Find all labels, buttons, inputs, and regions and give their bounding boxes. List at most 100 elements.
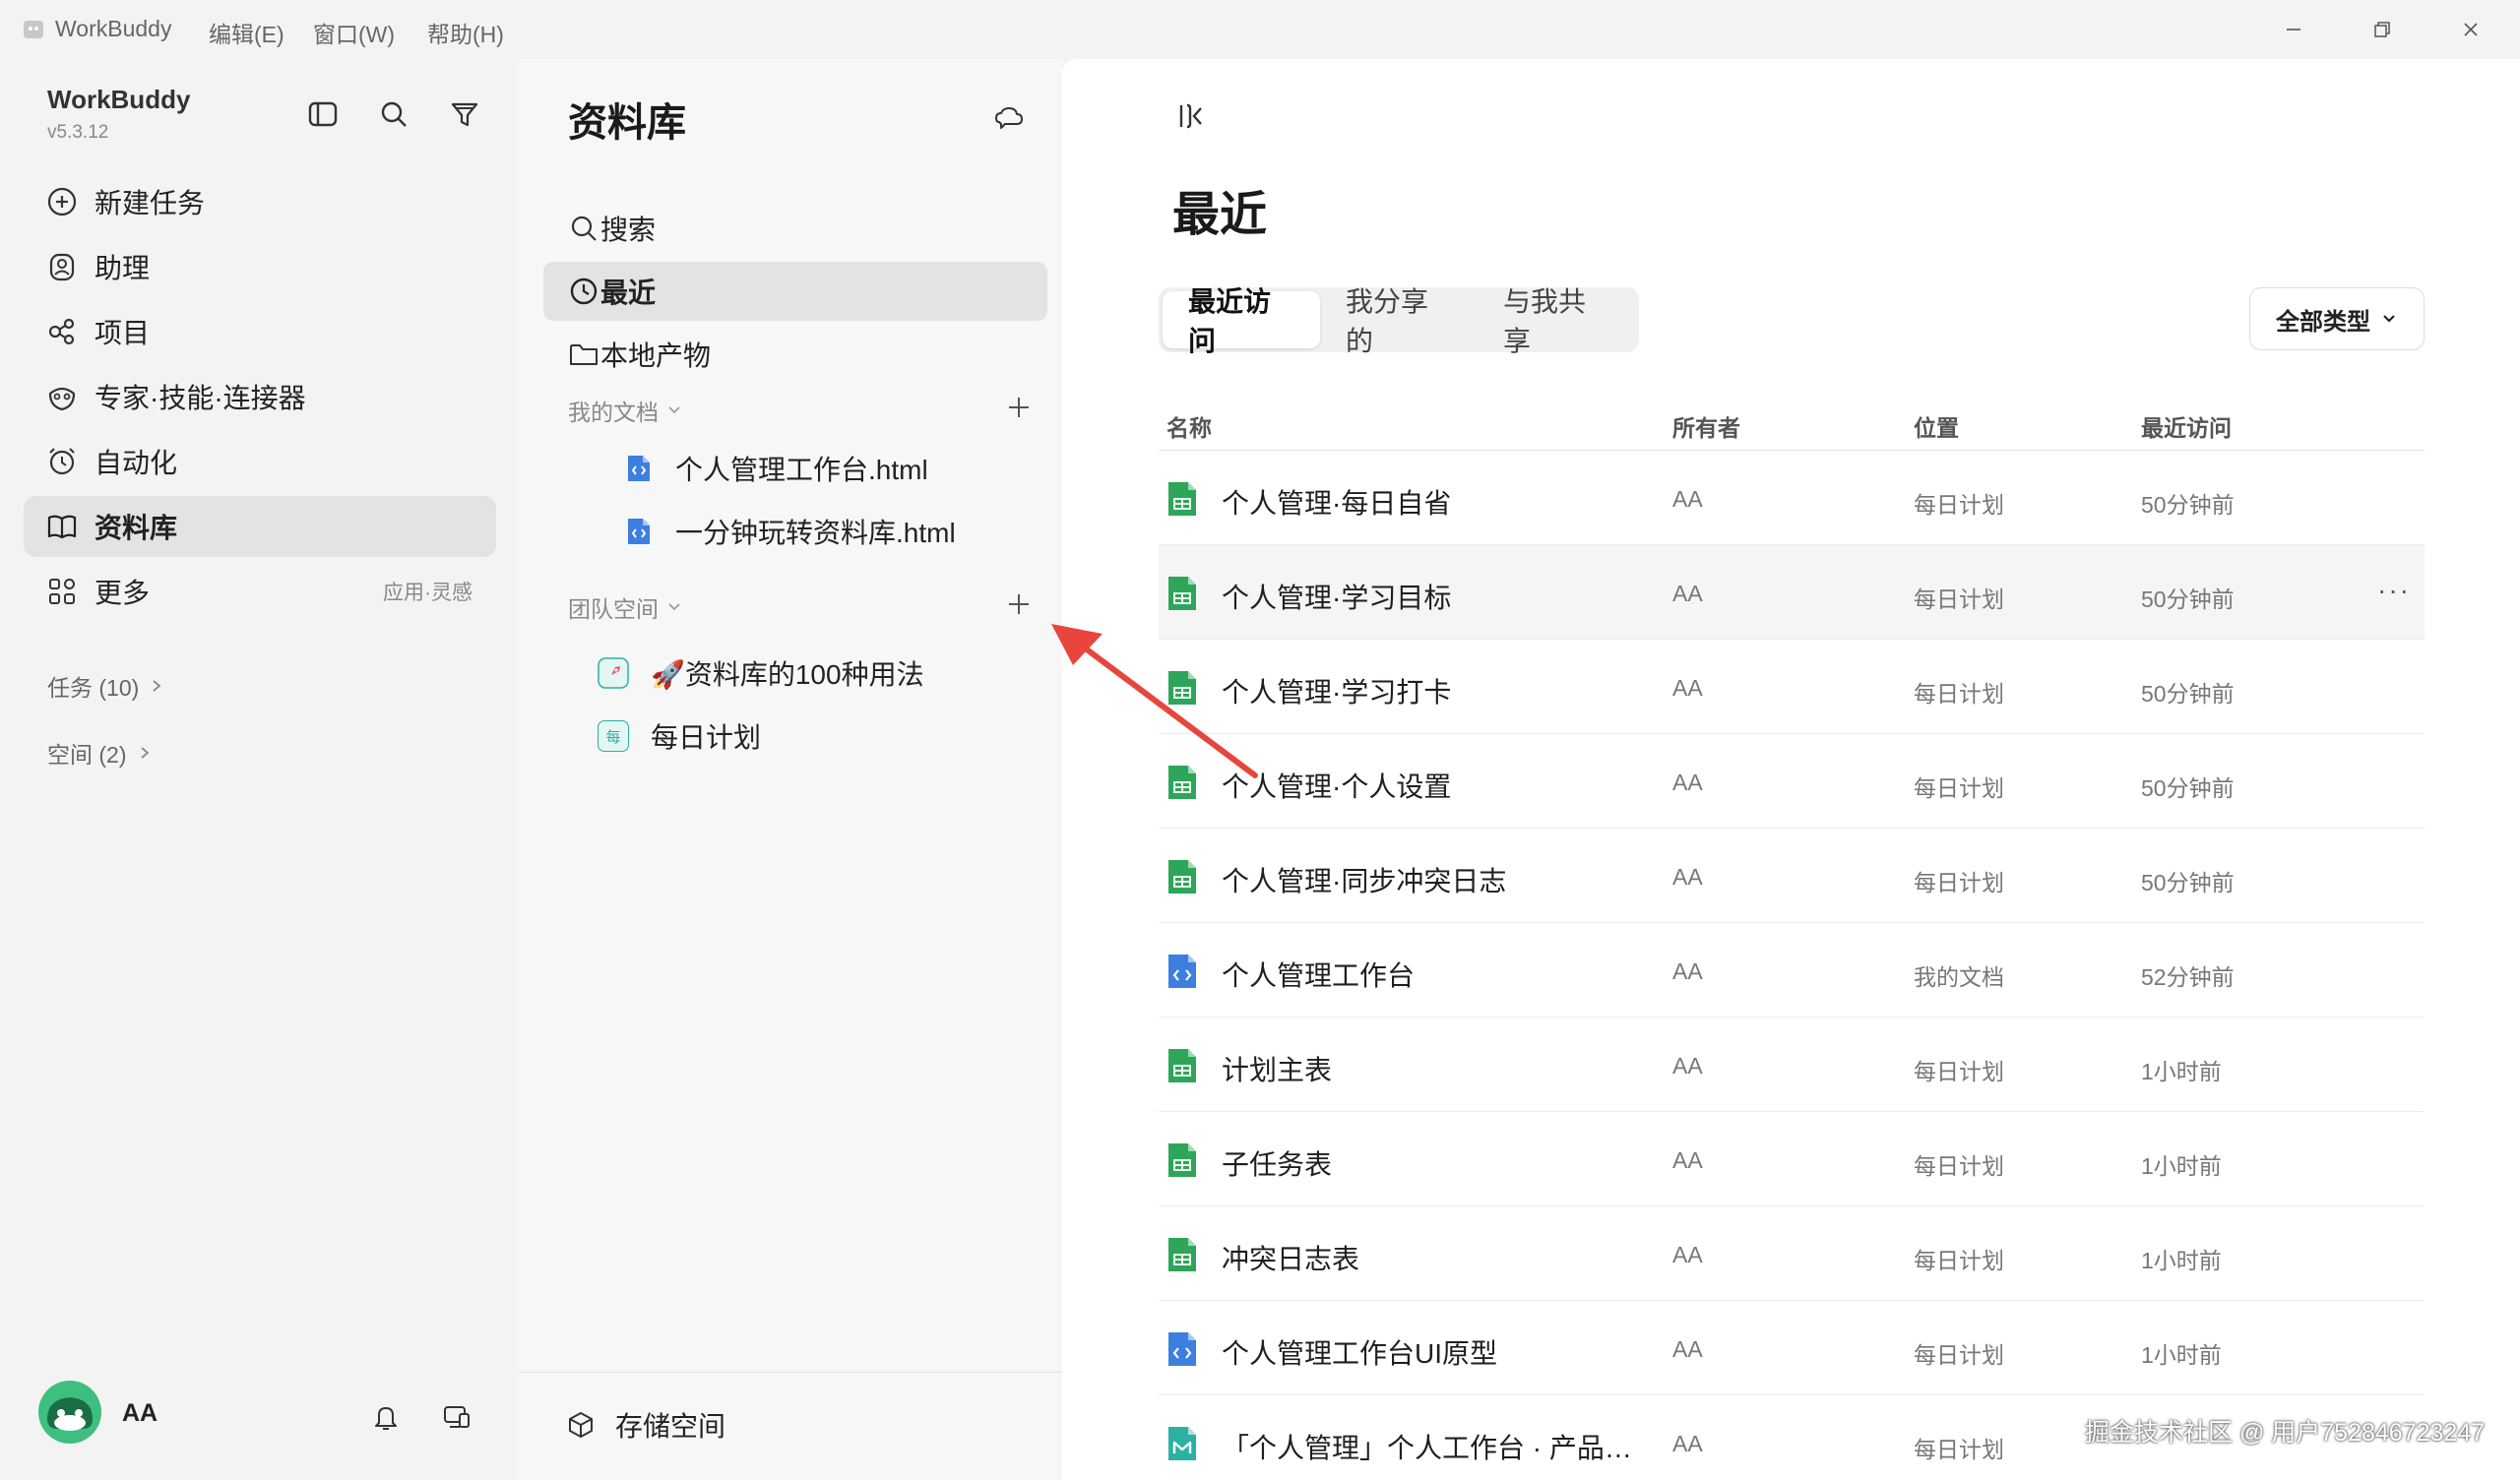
- table-row[interactable]: 个人管理·个人设置 AA 每日计划 50分钟前: [1159, 734, 2425, 829]
- table-row[interactable]: 计划主表 AA 每日计划 1小时前: [1159, 1018, 2425, 1112]
- annotation-arrow-icon: [1051, 624, 1258, 778]
- doc-item-label: 个人管理工作台.html: [675, 455, 928, 485]
- column-name[interactable]: 名称: [1166, 409, 1212, 443]
- chevron-down-icon: [668, 603, 680, 611]
- group-label: 任务 (10): [47, 675, 140, 701]
- file-location: 每日计划: [1914, 1153, 2004, 1179]
- file-last-visited: 1小时前: [2141, 1342, 2222, 1368]
- column-location[interactable]: 位置: [1914, 409, 1959, 443]
- menu-edit[interactable]: 编辑(E): [209, 16, 284, 49]
- chevron-down-icon: [2383, 315, 2395, 323]
- storage-button[interactable]: 存储空间: [566, 1400, 725, 1449]
- file-location: 每日计划: [1914, 1248, 2004, 1273]
- table-row[interactable]: 个人管理·学习打卡 AA 每日计划 50分钟前: [1159, 640, 2425, 734]
- file-owner: AA: [1672, 1147, 1703, 1173]
- file-name[interactable]: 个人管理·同步冲突日志: [1222, 860, 1506, 899]
- file-name[interactable]: 个人管理·学习目标: [1222, 577, 1451, 616]
- menu-help[interactable]: 帮助(H): [427, 16, 504, 49]
- tab-shared-with-me[interactable]: 与我共享: [1478, 286, 1635, 356]
- tab-shared-by-me[interactable]: 我分享的: [1320, 286, 1478, 356]
- sidebar-item-label: 自动化: [94, 448, 178, 478]
- sidebar-item-library[interactable]: 资料库: [24, 496, 496, 557]
- doc-item-label: 一分钟玩转资料库.html: [675, 518, 956, 548]
- filter-icon: [451, 102, 478, 127]
- file-name[interactable]: 个人管理·每日自省: [1222, 482, 1451, 522]
- table-row[interactable]: 个人管理·每日自省 AA 每日计划 50分钟前: [1159, 451, 2425, 545]
- file-owner: AA: [1672, 1053, 1703, 1079]
- sidebar-item-automation[interactable]: 自动化: [24, 431, 496, 492]
- panel-item-local[interactable]: 本地产物: [543, 325, 1047, 384]
- table-row[interactable]: 冲突日志表 AA 每日计划 1小时前: [1159, 1206, 2425, 1301]
- sidebar-group-spaces[interactable]: 空间 (2): [47, 736, 153, 770]
- toggle-sidebar-button[interactable]: [303, 94, 343, 134]
- panel-item-recent[interactable]: 最近: [543, 262, 1047, 321]
- sidebar-group-tasks[interactable]: 任务 (10): [47, 669, 164, 703]
- tab-recent-visited[interactable]: 最近访问: [1163, 286, 1320, 356]
- file-last-visited: 52分钟前: [2141, 964, 2235, 990]
- file-name[interactable]: 子任务表: [1222, 1143, 1332, 1183]
- sidebar-item-assistant[interactable]: 助理: [24, 236, 496, 297]
- app-version: v5.3.12: [47, 122, 109, 143]
- spreadsheet-file-icon: [1166, 480, 1198, 518]
- file-owner: AA: [1672, 1431, 1703, 1456]
- file-last-visited: 1小时前: [2141, 1248, 2222, 1273]
- rocket-space-icon: [598, 657, 629, 689]
- add-space-button[interactable]: [1001, 586, 1037, 622]
- table-row[interactable]: 个人管理工作台 AA 我的文档 52分钟前: [1159, 923, 2425, 1018]
- table-row[interactable]: 个人管理·同步冲突日志 AA 每日计划 50分钟前: [1159, 829, 2425, 923]
- panel-action-button[interactable]: [987, 96, 1031, 140]
- main-content: 最近 最近访问 我分享的 与我共享 全部类型 名称 所有者 位置 最近访问 个人…: [1062, 59, 2520, 1480]
- user-name: AA: [122, 1399, 158, 1427]
- file-last-visited: 1小时前: [2141, 1059, 2222, 1084]
- file-owner: AA: [1672, 1242, 1703, 1267]
- devices-button[interactable]: [437, 1397, 476, 1437]
- table-row[interactable]: 个人管理·学习目标 AA 每日计划 50分钟前 ···: [1159, 545, 2425, 640]
- avatar[interactable]: [37, 1380, 102, 1445]
- type-filter-dropdown[interactable]: 全部类型: [2249, 287, 2425, 350]
- collapse-panel-button[interactable]: [1168, 94, 1212, 138]
- file-name[interactable]: 个人管理工作台: [1222, 955, 1415, 994]
- panel-item-label: 搜索: [600, 215, 657, 245]
- sidebar-item-new-task[interactable]: 新建任务: [24, 171, 496, 232]
- restore-icon: [2374, 22, 2390, 37]
- section-label: 团队空间: [568, 596, 659, 622]
- notifications-button[interactable]: [366, 1397, 406, 1437]
- file-owner: AA: [1672, 864, 1703, 890]
- table-row[interactable]: 子任务表 AA 每日计划 1小时前: [1159, 1112, 2425, 1206]
- sidebar-search-button[interactable]: [374, 94, 413, 134]
- file-name[interactable]: 「个人管理」个人工作台 · 产品说...: [1222, 1427, 1655, 1466]
- panel-item-search[interactable]: 搜索: [543, 199, 1047, 258]
- column-last-visited[interactable]: 最近访问: [2141, 409, 2232, 443]
- more-options-icon[interactable]: ···: [2377, 575, 2411, 606]
- team-space-section[interactable]: 团队空间: [568, 590, 682, 624]
- minimize-button[interactable]: [2274, 14, 2313, 45]
- column-owner[interactable]: 所有者: [1672, 409, 1740, 443]
- restore-button[interactable]: [2362, 14, 2402, 45]
- spreadsheet-file-icon: [1166, 575, 1198, 612]
- sidebar-item-experts[interactable]: 专家·技能·连接器: [24, 366, 496, 427]
- close-button[interactable]: [2451, 14, 2490, 45]
- add-doc-button[interactable]: [1001, 390, 1037, 425]
- file-name[interactable]: 计划主表: [1222, 1049, 1332, 1088]
- file-location: 每日计划: [1914, 681, 2004, 707]
- filter-button[interactable]: [445, 94, 484, 134]
- sidebar-item-label: 专家·技能·连接器: [94, 383, 306, 413]
- sidebar-item-label: 项目: [94, 318, 151, 348]
- sidebar: WorkBuddy v5.3.12 新建任务 助理 项目 专家·技能·连接器 自…: [0, 59, 519, 1480]
- menu-window[interactable]: 窗口(W): [313, 16, 395, 49]
- file-location: 每日计划: [1914, 775, 2004, 801]
- file-name[interactable]: 冲突日志表: [1222, 1238, 1359, 1277]
- file-location: 每日计划: [1914, 870, 2004, 895]
- table-row[interactable]: 个人管理工作台UI原型 AA 每日计划 1小时前: [1159, 1301, 2425, 1395]
- sidebar-item-more[interactable]: 更多 应用·灵感: [24, 561, 496, 622]
- sidebar-item-project[interactable]: 项目: [24, 301, 496, 362]
- sidebar-item-label: 助理: [94, 253, 151, 283]
- file-name[interactable]: 个人管理工作台UI原型: [1222, 1332, 1497, 1372]
- file-owner: AA: [1672, 770, 1703, 795]
- code-file-icon: [628, 456, 650, 481]
- table-header: 名称 所有者 位置 最近访问: [1159, 394, 2425, 451]
- my-docs-section[interactable]: 我的文档: [568, 394, 682, 427]
- sidebar-panel-icon: [308, 101, 338, 127]
- team-space-label: 每日计划: [651, 722, 762, 753]
- app-logo-icon: [24, 21, 43, 38]
